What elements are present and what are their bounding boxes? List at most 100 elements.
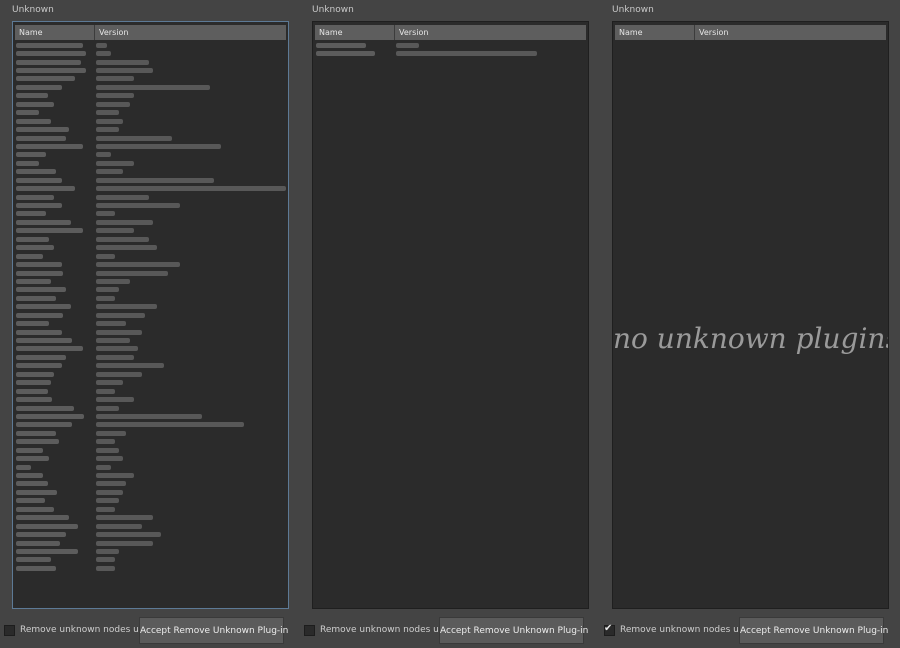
list-row[interactable] (15, 235, 286, 243)
list-row[interactable] (15, 142, 286, 150)
list-row[interactable] (15, 210, 286, 218)
list-row[interactable] (15, 151, 286, 159)
plugin-name-cell (16, 68, 86, 74)
plugin-version-cell (96, 211, 115, 217)
list-row[interactable] (15, 429, 286, 437)
plugin-name-cell (16, 363, 62, 369)
plugin-name-cell (16, 135, 66, 141)
list-row[interactable] (15, 471, 286, 479)
plugin-version-cell (96, 540, 153, 546)
accept-remove-unknown-plugin-button[interactable]: Accept Remove Unknown Plug-in (439, 617, 588, 644)
list-row[interactable] (15, 412, 286, 420)
list-row[interactable] (15, 345, 286, 353)
remove-unknown-nodes-checkbox[interactable] (4, 624, 15, 636)
list-row[interactable] (15, 176, 286, 184)
list-row[interactable] (15, 480, 286, 488)
list-row[interactable] (15, 168, 286, 176)
plugin-version-cell (96, 295, 115, 301)
list-row[interactable] (15, 514, 286, 522)
list-row[interactable] (15, 286, 286, 294)
list-row[interactable] (15, 134, 286, 142)
list-row[interactable] (15, 294, 286, 302)
list-row[interactable] (15, 159, 286, 167)
list-row[interactable] (15, 547, 286, 555)
list-row[interactable] (15, 454, 286, 462)
list-row[interactable] (15, 193, 286, 201)
list-row[interactable] (15, 421, 286, 429)
list-row[interactable] (15, 41, 286, 49)
column-header-version[interactable]: Version (95, 25, 286, 40)
list-row[interactable] (15, 49, 286, 57)
list-row[interactable] (15, 58, 286, 66)
list-row[interactable] (15, 488, 286, 496)
accept-remove-unknown-plugin-button[interactable]: Accept Remove Unknown Plug-in (139, 617, 288, 644)
plugin-version-cell (96, 532, 161, 538)
list-row[interactable] (15, 505, 286, 513)
list-row[interactable] (15, 370, 286, 378)
plugin-version-cell (96, 194, 149, 200)
list-row[interactable] (15, 109, 286, 117)
list-row[interactable] (15, 564, 286, 572)
list-row[interactable] (15, 395, 286, 403)
remove-unknown-nodes-checkbox[interactable]: ✔ (604, 623, 615, 636)
list-row[interactable] (15, 539, 286, 547)
plugin-name-cell (16, 456, 49, 462)
remove-unknown-nodes-checkbox[interactable] (304, 624, 315, 636)
list-row[interactable] (15, 311, 286, 319)
plugin-name-cell (316, 51, 375, 57)
plugin-version-cell (396, 51, 537, 57)
list-row[interactable] (15, 530, 286, 538)
list-row[interactable] (15, 328, 286, 336)
list-row[interactable] (15, 336, 286, 344)
column-header-name[interactable]: Name (615, 25, 695, 40)
list-row[interactable] (15, 277, 286, 285)
list-row[interactable] (15, 100, 286, 108)
list-row[interactable] (15, 117, 286, 125)
list-row[interactable] (15, 446, 286, 454)
unknown-panel-2: Unknown Name Version Remove unknown node… (304, 0, 600, 648)
list-row[interactable] (15, 244, 286, 252)
list-row[interactable] (15, 269, 286, 277)
list-row[interactable] (15, 379, 286, 387)
list-row[interactable] (15, 404, 286, 412)
list-row[interactable] (15, 556, 286, 564)
list-row[interactable] (15, 463, 286, 471)
list-row[interactable] (15, 303, 286, 311)
list-row[interactable] (15, 83, 286, 91)
list-row[interactable] (15, 362, 286, 370)
list-row[interactable] (15, 497, 286, 505)
plugin-list[interactable]: Name Version (12, 21, 289, 609)
list-row[interactable] (15, 438, 286, 446)
plugin-name-cell (16, 498, 45, 504)
plugin-list[interactable]: Name Version (312, 21, 589, 609)
list-row[interactable] (15, 252, 286, 260)
column-header-version[interactable]: Version (395, 25, 586, 40)
plugin-version-cell (96, 110, 119, 116)
list-row[interactable] (15, 218, 286, 226)
list-row[interactable] (15, 184, 286, 192)
list-row[interactable] (15, 522, 286, 530)
plugin-name-cell (16, 236, 49, 242)
plugin-name-cell (16, 481, 48, 487)
list-row[interactable] (15, 92, 286, 100)
list-row[interactable] (15, 353, 286, 361)
column-header-version[interactable]: Version (695, 25, 886, 40)
list-row[interactable] (15, 260, 286, 268)
plugin-version-cell (96, 430, 126, 436)
list-row[interactable] (15, 319, 286, 327)
plugin-name-cell (16, 152, 46, 158)
plugin-list[interactable]: Name Version no unknown plugins. (612, 21, 889, 609)
plugin-version-cell (96, 186, 286, 192)
list-row[interactable] (15, 227, 286, 235)
list-row[interactable] (15, 387, 286, 395)
accept-remove-unknown-plugin-button[interactable]: Accept Remove Unknown Plug-in (739, 617, 888, 644)
plugin-name-cell (16, 565, 56, 571)
list-row[interactable] (315, 49, 586, 57)
list-row[interactable] (15, 66, 286, 74)
list-row[interactable] (15, 75, 286, 83)
column-header-name[interactable]: Name (15, 25, 95, 40)
list-row[interactable] (15, 201, 286, 209)
list-row[interactable] (15, 125, 286, 133)
list-row[interactable] (315, 41, 586, 49)
column-header-name[interactable]: Name (315, 25, 395, 40)
